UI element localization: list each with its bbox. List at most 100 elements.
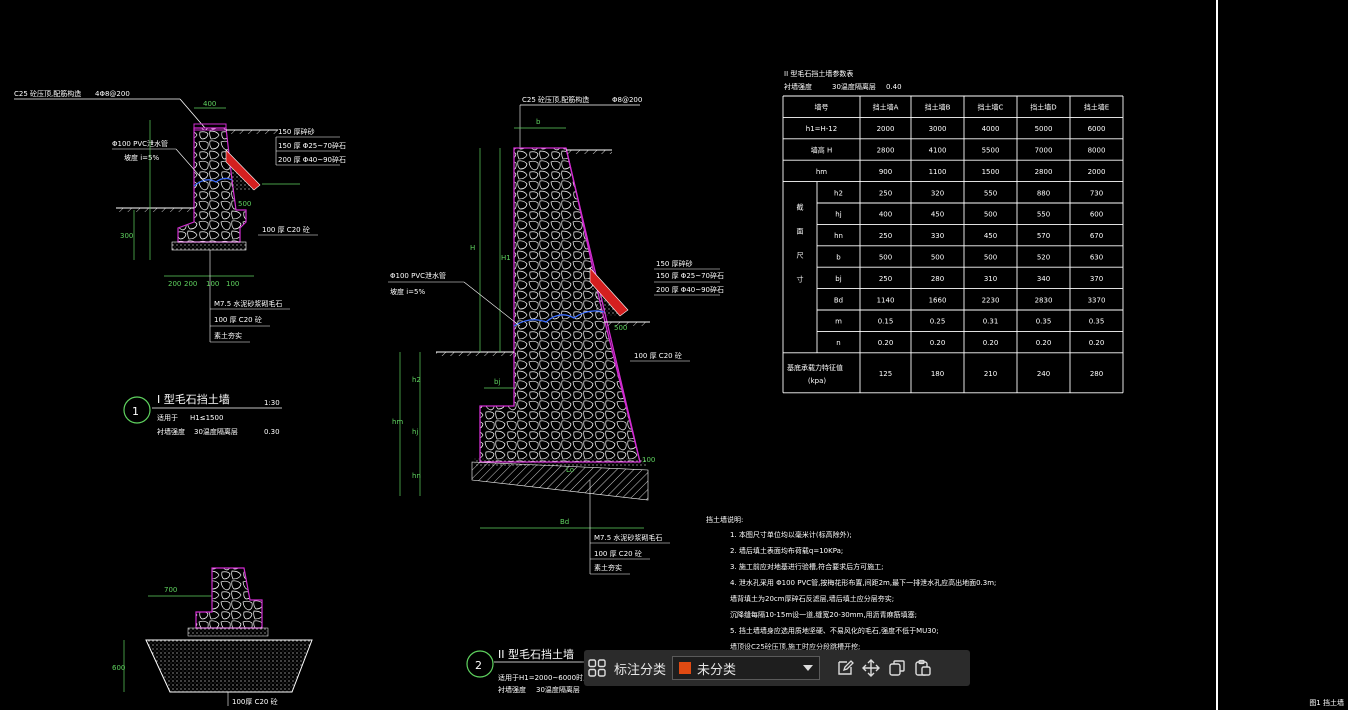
table-cell: 730 — [1090, 189, 1103, 197]
table-cell: 3370 — [1088, 296, 1106, 304]
annotation-category-label: 标注分类 — [614, 662, 667, 678]
wall1-sub2: 衬墙强度 — [157, 427, 185, 436]
table-cell: hj — [835, 211, 841, 219]
table-cell: 520 — [1037, 254, 1050, 262]
notes-list: 1. 本图尺寸单位均以毫米计(标高除外); 2. 墙后填土表面均布荷载q=10KP… — [730, 530, 996, 667]
table-cell: 210 — [984, 370, 997, 378]
wall2-dim-hj: hj — [412, 428, 418, 436]
wall2-dim-b: b — [536, 118, 541, 126]
wall2-section: C25 砼压顶,配筋构造 Φ8@200 b Bd Lo bj H1 H hm h… — [388, 95, 724, 694]
table-cell: 5500 — [982, 147, 1000, 155]
wall1-title: I 型毛石挡土墙 — [157, 392, 230, 406]
table-cell: 310 — [984, 275, 997, 283]
wall1-dim-400: 400 — [203, 100, 216, 108]
wall2-dim-100: 100 — [642, 456, 655, 464]
table-cell: 180 — [931, 370, 944, 378]
table-cell: 280 — [931, 275, 944, 283]
table-cell: 0.20 — [1036, 339, 1052, 347]
grid-icon[interactable] — [584, 655, 610, 681]
wall2-dim-hm: hm — [392, 418, 403, 426]
table-grid: 墙号 挡土墙A 挡土墙B 挡土墙C 挡土墙D 挡土墙E h1=H-12 2000 3000 400… — [782, 95, 1124, 394]
notes-title: 挡土墙说明: — [706, 515, 743, 524]
wall2-dim-lo: Lo — [566, 466, 574, 474]
wall2-dim-h2: h2 — [412, 376, 421, 384]
wall2-layer-b: 150 厚 Φ25~70碎石 — [656, 271, 724, 280]
wall1-scale: 1:30 — [264, 399, 280, 407]
table-cell: 340 — [1037, 275, 1050, 283]
table-last-label: 基底承载力特征值 — [787, 363, 843, 372]
note-line: 沉降缝每隔10-15m设一道,缝宽20-30mm,用沥青麻筋填塞; — [730, 610, 917, 619]
wall1-c20-b: 100 厚 C20 砼 — [214, 315, 262, 324]
table-cell: 8000 — [1088, 147, 1106, 155]
parameter-table: II 型毛石挡土墙参数表 衬墙强度 30温度隔离层 0.40 墙号 挡土墙A 挡土墙… — [782, 69, 1124, 394]
wall2-layer-c: 200 厚 Φ40~90碎石 — [656, 285, 724, 294]
table-cell: 320 — [931, 189, 944, 197]
table-cell: 0.20 — [878, 339, 894, 347]
cad-drawing-canvas[interactable]: C25 砼压顶,配筋构造 4Φ8@200 400 150 厚碎砂 150 厚 Φ… — [0, 0, 1348, 710]
wall1-pvc-slope: 坡度 i=5% — [124, 153, 159, 162]
table-cell: h2 — [834, 189, 843, 197]
note-line: 5. 挡土墙墙身应选用质地坚硬、不易风化的毛石,强度不低于MU30; — [730, 626, 939, 635]
wall1-sub1b: H1≤1500 — [190, 414, 223, 422]
table-cell: 0.15 — [878, 318, 894, 326]
wall1-layer-b: 150 厚 Φ25~70碎石 — [278, 141, 346, 150]
wall1-c20: 100 厚 C20 砼 — [262, 225, 310, 234]
annotation-toolbar: 标注分类 未分类 — [584, 650, 970, 686]
move-icon[interactable] — [858, 655, 884, 681]
annotation-category-select[interactable]: 未分类 — [672, 656, 821, 680]
wall2-dim-h: H — [470, 244, 475, 252]
table-group-label: 面 — [797, 228, 804, 236]
wall2-dim-bj: bj — [494, 378, 500, 386]
wall1-m75: M7.5 水泥砂浆砌毛石 — [214, 299, 282, 308]
table-group-label: 寸 — [797, 275, 804, 284]
table-cell: Bd — [834, 296, 843, 304]
table-cell: 2000 — [877, 125, 895, 133]
chevron-down-icon[interactable] — [803, 665, 814, 671]
table-cell: 0.20 — [1089, 339, 1105, 347]
table-cell: 550 — [984, 189, 997, 197]
wall2-c20-b: 100 厚 C20 砼 — [594, 549, 642, 558]
wall2-dim-hn: hn — [412, 472, 421, 480]
table-cell: 4100 — [929, 147, 947, 155]
wall2-m75: M7.5 水泥砂浆砌毛石 — [594, 533, 662, 542]
table-cell: 370 — [1090, 275, 1103, 283]
wall2-pvc-slope: 坡度 i=5% — [390, 287, 425, 296]
table-group-label: 截 — [797, 203, 804, 212]
wall1-dim-300: 300 — [120, 232, 133, 240]
table-cell: 3000 — [929, 125, 947, 133]
foundation-dim-700: 700 — [164, 586, 177, 594]
copy-icon[interactable] — [884, 655, 910, 681]
note-line: 2. 墙后填土表面均布荷载q=10KPa; — [730, 546, 843, 555]
table-subtitle-val: 30温度隔离层 — [832, 82, 876, 91]
note-line: 4. 泄水孔采用 Φ100 PVC管,按梅花形布置,间距2m,最下一排泄水孔应高… — [730, 578, 996, 587]
table-cell: 5000 — [1035, 125, 1053, 133]
table-cell: 500 — [879, 254, 892, 262]
table-cell: 570 — [1037, 232, 1050, 240]
wall2-layer-a: 150 厚碎砂 — [656, 259, 693, 268]
table-cell: h1=H-12 — [806, 125, 837, 133]
paste-icon[interactable] — [910, 655, 936, 681]
table-cell: 1500 — [982, 168, 1000, 176]
foundation-dim-600: 600 — [112, 664, 125, 672]
table-cell: 0.25 — [930, 318, 946, 326]
right-panel: 图1 挡土墙 — [1216, 0, 1348, 710]
wall2-sub2b: 30温度隔离层 — [536, 685, 580, 694]
table-cell: 240 — [1037, 370, 1050, 378]
wall1-dim-c: 100 — [206, 280, 219, 288]
annotation-category-value: 未分类 — [697, 662, 737, 678]
table-cell: 880 — [1037, 189, 1050, 197]
table-cell: 0.20 — [930, 339, 946, 347]
edit-icon[interactable] — [832, 655, 858, 681]
table-header-cell: 挡土墙B — [925, 103, 951, 112]
wall2-pvc: Φ100 PVC泄水管 — [390, 271, 446, 280]
wall1-sub1: 适用于 — [157, 413, 178, 422]
table-title: II 型毛石挡土墙参数表 — [784, 69, 853, 78]
wall2-c25-note: C25 砼压顶,配筋构造 — [522, 95, 589, 104]
table-subtitle-num: 0.40 — [886, 83, 902, 91]
table-cell: 400 — [879, 211, 892, 219]
table-cell: 450 — [931, 211, 944, 219]
table-cell: 2800 — [1035, 168, 1053, 176]
table-header-cell: 挡土墙D — [1030, 103, 1056, 112]
table-cell: hm — [816, 168, 827, 176]
table-cell: 280 — [1090, 370, 1103, 378]
